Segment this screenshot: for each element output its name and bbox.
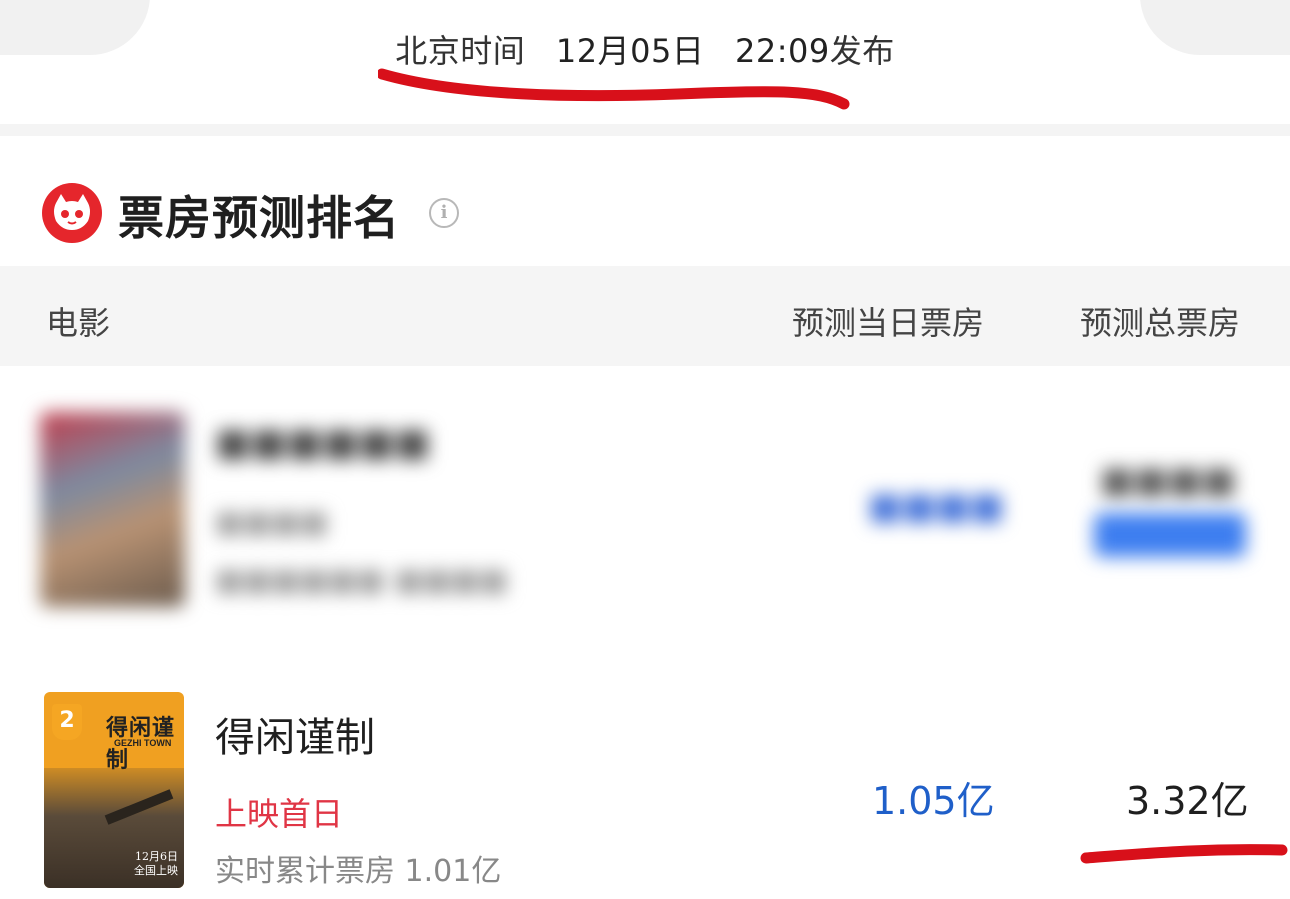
poster-date-line2: 全国上映 (134, 864, 178, 877)
day-forecast-value: 1.05亿 (872, 779, 995, 823)
poster-date-line1: 12月6日 (135, 850, 178, 863)
poster-subtitle: GEZHI TOWN (114, 738, 172, 748)
total-forecast-value: 3.32亿 (1126, 779, 1249, 823)
movie-cumulative-redacted: ■■■■■■ ■■■■ (215, 563, 508, 598)
poster-release-date: 12月6日 全国上映 (134, 850, 178, 878)
day-forecast-redacted: ■■■■ (868, 486, 1005, 527)
movie-poster-redacted (40, 412, 185, 607)
cumulative-value: 1.01亿 (404, 854, 502, 889)
column-movie: 电影 (46, 304, 111, 342)
section-title: 票房预测排名 (118, 191, 400, 245)
cat-eye-logo-icon (42, 183, 102, 243)
movie-status-redacted: ■■■■ (215, 505, 329, 540)
badge-redacted (1094, 513, 1246, 557)
movie-cumulative: 实时累计票房 1.01亿 (215, 846, 501, 890)
annotation-underline-total (1080, 844, 1288, 864)
movie-status: 上映首日 (215, 795, 344, 833)
movie-title-redacted: ■■■■■■ (215, 420, 431, 464)
movie-title[interactable]: 得闲谨制 (215, 705, 375, 763)
cumulative-label: 实时累计票房 (215, 854, 395, 889)
column-day-forecast[interactable]: 预测当日票房 (792, 298, 984, 344)
annotation-underline (378, 68, 850, 110)
rank-badge: 2 (52, 704, 82, 740)
section-separator (0, 124, 1290, 136)
column-total-forecast[interactable]: 预测总票房 (1080, 298, 1240, 344)
total-forecast-redacted: ■■■■ (1100, 460, 1237, 501)
info-icon[interactable]: i (429, 198, 459, 228)
